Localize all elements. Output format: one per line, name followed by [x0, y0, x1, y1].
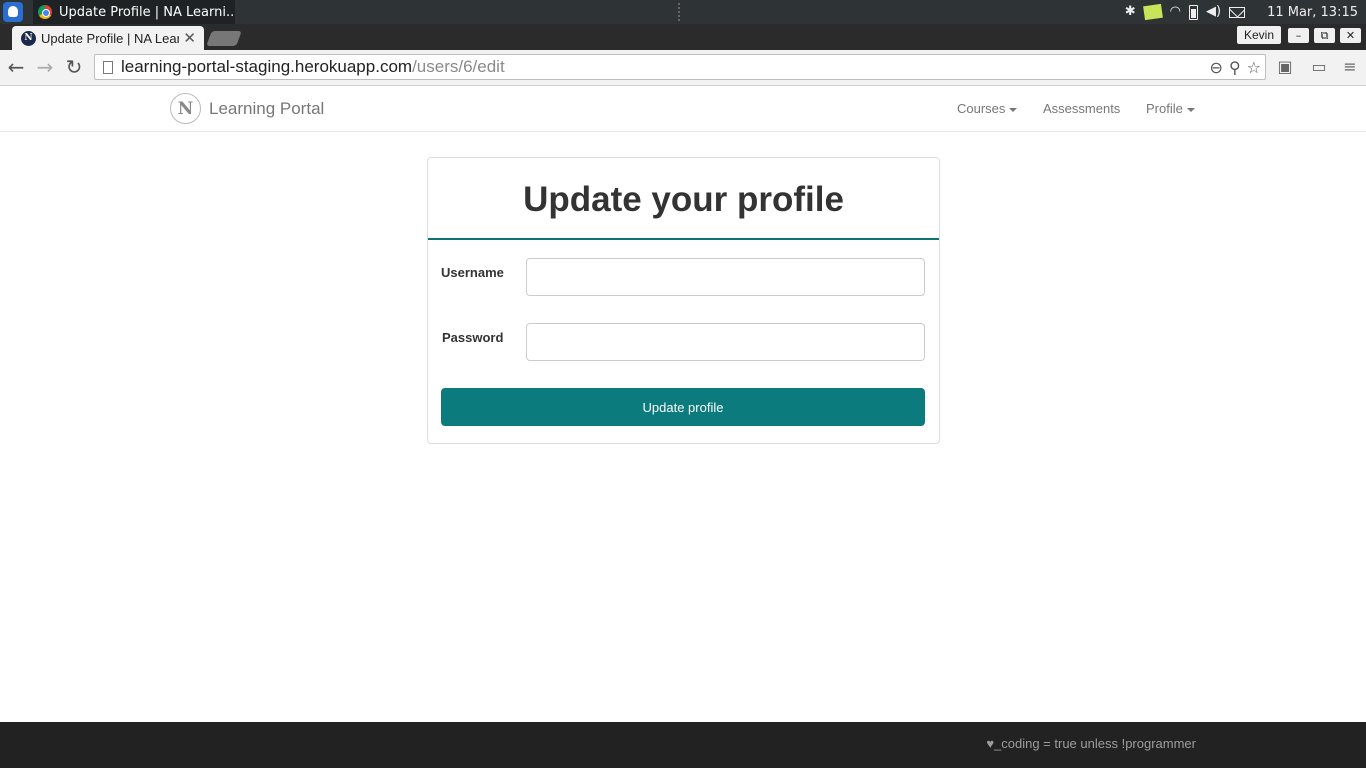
brand-logo-icon: N	[170, 93, 201, 124]
zoom-icon[interactable]: ⊖	[1210, 58, 1223, 77]
minimize-button[interactable]: –	[1288, 28, 1309, 43]
browser-tab-active[interactable]: N Update Profile | NA Learning Portal ✕	[12, 26, 204, 50]
browser-profile-button[interactable]: Kevin	[1237, 26, 1281, 44]
brand-link[interactable]: N Learning Portal	[170, 93, 324, 124]
wifi-icon[interactable]: ◠	[1170, 0, 1181, 24]
volume-icon[interactable]: ◀)	[1206, 0, 1221, 24]
page-icon	[103, 60, 113, 74]
password-label: Password	[442, 330, 504, 345]
os-taskbar: Update Profile | NA Learni... ✱ ◠ ◀) 11 …	[0, 0, 1366, 24]
cast-icon[interactable]: ▭	[1308, 58, 1330, 76]
chevron-down-icon	[1186, 107, 1195, 112]
chevron-down-icon	[1009, 107, 1018, 112]
tab-close-icon[interactable]: ✕	[183, 29, 196, 47]
mail-icon[interactable]	[1229, 6, 1246, 18]
clock[interactable]: 11 Mar, 13:15	[1267, 5, 1358, 20]
back-button[interactable]: ←	[5, 56, 27, 78]
brand-name: Learning Portal	[209, 98, 325, 118]
new-tab-button[interactable]	[206, 31, 242, 46]
password-field[interactable]	[526, 323, 925, 361]
nav-assessments-link[interactable]: Assessments	[1043, 101, 1120, 116]
taskbar-window-title: Update Profile | NA Learni...	[59, 4, 235, 20]
tab-title: Update Profile | NA Learning Portal	[41, 30, 180, 46]
taskbar-window-item[interactable]: Update Profile | NA Learni...	[33, 0, 235, 24]
reload-button[interactable]: ↻	[63, 56, 85, 78]
nav-profile-label: Profile	[1146, 101, 1183, 116]
os-menu-icon[interactable]	[3, 2, 23, 22]
close-window-button[interactable]: ✕	[1340, 28, 1361, 43]
update-profile-card: Update your profile Username Password Up…	[427, 157, 940, 444]
update-profile-button[interactable]: Update profile	[441, 388, 925, 426]
address-url[interactable]: learning-portal-staging.herokuapp.com/us…	[121, 57, 505, 77]
url-host: learning-portal-staging.herokuapp.com	[121, 57, 413, 76]
bookmark-star-icon[interactable]: ☆	[1247, 58, 1261, 77]
nav-courses-dropdown[interactable]: Courses	[957, 101, 1018, 116]
chrome-icon	[38, 5, 52, 19]
footer-tagline: ♥_coding = true unless !programmer	[986, 736, 1196, 751]
username-label: Username	[441, 265, 504, 280]
forward-button[interactable]: →	[34, 56, 56, 78]
username-field[interactable]	[526, 258, 925, 296]
address-bar[interactable]: learning-portal-staging.herokuapp.com/us…	[94, 54, 1266, 80]
url-path: /users/6/edit	[412, 57, 505, 76]
menu-icon[interactable]: ≡	[1341, 58, 1359, 76]
extension-icon[interactable]: ▣	[1276, 58, 1294, 76]
site-footer: ♥_coding = true unless !programmer	[0, 722, 1366, 768]
browser-toolbar: ← → ↻ learning-portal-staging.herokuapp.…	[0, 50, 1366, 86]
system-tray: ✱ ◠ ◀) 11 Mar, 13:15	[1125, 0, 1366, 24]
key-icon[interactable]: ⚲	[1229, 58, 1241, 77]
sticky-notes-icon[interactable]	[1142, 3, 1163, 21]
bluetooth-icon[interactable]: ✱	[1125, 0, 1136, 24]
nav-courses-label: Courses	[957, 101, 1006, 116]
page-title: Update your profile	[523, 180, 844, 219]
omnibox-icons: ⊖ ⚲ ☆	[1210, 56, 1261, 78]
site-navbar: N Learning Portal Courses Assessments Pr…	[0, 86, 1366, 132]
browser-tabstrip: N Update Profile | NA Learning Portal ✕ …	[0, 24, 1366, 50]
title-divider	[428, 238, 939, 240]
taskbar-separator	[678, 3, 680, 21]
tab-favicon-icon: N	[21, 30, 36, 46]
restore-button[interactable]: ⧉	[1314, 28, 1335, 43]
battery-icon[interactable]	[1188, 4, 1198, 20]
nav-profile-dropdown[interactable]: Profile	[1146, 101, 1195, 116]
